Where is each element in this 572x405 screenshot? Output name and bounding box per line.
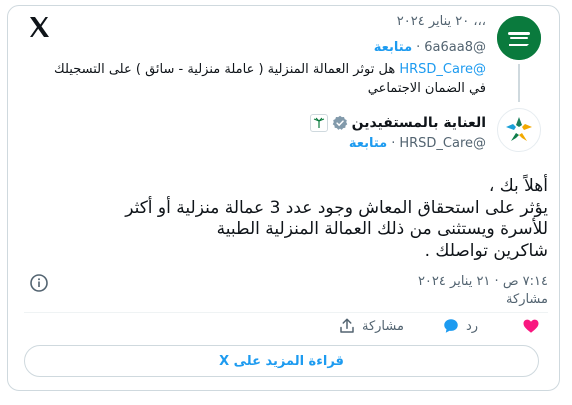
author-name-row: العناية بالمستفيدين [309, 114, 486, 132]
author-handle-row: @HRSD_Care· متابعة [349, 136, 486, 151]
affiliation-badge-icon [309, 114, 328, 132]
palm-emblem-icon [313, 117, 324, 128]
reply-time: ،،، ٢٠ يناير ٢٠٢٤ [397, 14, 486, 29]
heart-icon[interactable] [522, 317, 540, 335]
reply-time-text: ،،، ٢٠ يناير ٢٠٢٤ [396, 14, 486, 29]
tweet-body: أهلاً بك ، يؤثر على استحقاق المعاش وجود … [28, 176, 548, 262]
reply-handle[interactable]: @6a6aa8 [424, 40, 486, 55]
avatar-hrsd[interactable] [497, 108, 541, 152]
reply-bubble-icon[interactable] [442, 317, 460, 335]
author-display-name[interactable]: العناية بالمستفيدين [352, 115, 486, 131]
verified-badge-icon [332, 115, 347, 130]
tweet-body-line: أهلاً بك ، [488, 176, 548, 196]
reply-action[interactable]: رد [442, 315, 484, 337]
reply-label[interactable]: رد [466, 319, 478, 334]
flag-avatar-icon [497, 16, 541, 60]
separator-dot: · [391, 136, 396, 151]
share-label[interactable]: مشاركة [362, 319, 404, 334]
divider [24, 312, 548, 313]
avatar-reply-user[interactable] [497, 16, 541, 60]
tweet-timestamp[interactable]: ٧:١٤ ص · ٢١ يناير ٢٠٢٤ [418, 274, 548, 289]
author-handle[interactable]: @HRSD_Care [399, 136, 486, 151]
reply-mention[interactable]: @HRSD_Care [399, 62, 486, 77]
read-more-on-x-button[interactable]: قراءة المزيد على X [24, 345, 539, 377]
hrsd-logo-icon [506, 117, 532, 141]
reply-handle-row: @6a6aa8· متابعة [374, 40, 486, 55]
share-text-link[interactable]: مشاركة [506, 292, 548, 307]
reply-follow-link[interactable]: متابعة [374, 40, 412, 55]
tweet-body-line: شاكرين تواصلك . [424, 240, 548, 261]
tweet-body-line: للأسرة ويستثنى من ذلك العمالة المنزلية ا… [216, 219, 548, 239]
share-upload-icon[interactable] [338, 317, 356, 335]
x-logo-icon[interactable] [27, 15, 51, 39]
separator-dot: · [416, 40, 421, 55]
like-action[interactable] [522, 315, 540, 337]
info-icon[interactable] [29, 273, 49, 293]
share-action[interactable]: مشاركة [338, 315, 410, 337]
tweet-body-line: يؤثر على استحقاق المعاش وجود عدد 3 عمالة… [125, 197, 548, 218]
thread-line [518, 64, 520, 102]
reply-text: @HRSD_Care هل توثر العمالة المنزلية ( عا… [46, 60, 486, 98]
author-follow-link[interactable]: متابعة [349, 136, 387, 151]
